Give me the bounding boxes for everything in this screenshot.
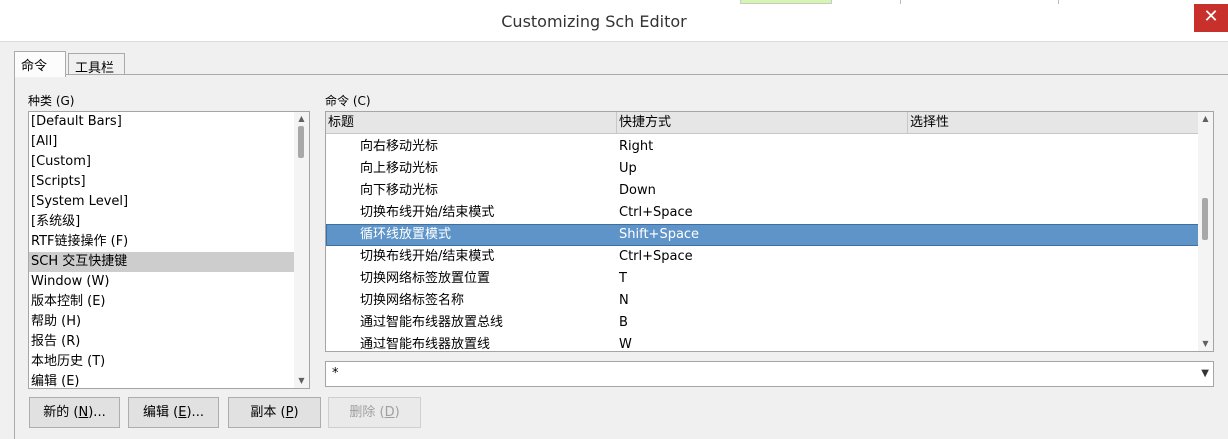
background-window-strip — [1058, 0, 1194, 4]
new-button-key: N — [78, 405, 89, 420]
list-item[interactable]: [系统级] — [29, 212, 309, 232]
copy-button-tail: ) — [293, 405, 299, 420]
title-bar: Customizing Sch Editor ✕ — [0, 0, 1228, 42]
new-button-label: 新的 ( — [43, 405, 79, 420]
edit-button-tail: )... — [186, 405, 204, 420]
background-window-strip — [740, 0, 832, 4]
table-row[interactable]: 切换布线开始/结束模式 Ctrl+Space — [326, 202, 1200, 224]
list-item[interactable]: SCH 交互快捷键 — [29, 252, 294, 272]
delete-button-label: 删除 ( — [349, 405, 385, 420]
delete-button-tail: ) — [394, 405, 400, 420]
filter-value: * — [332, 366, 339, 381]
categories-items: [Default Bars] [All] [Custom] [Scripts] [Sys… — [29, 112, 309, 388]
table-row[interactable]: 切换布线开始/结束模式 Ctrl+Space — [326, 246, 1200, 268]
list-item[interactable]: 帮助 (H) — [29, 312, 309, 332]
window-title: Customizing Sch Editor — [501, 12, 687, 31]
tab-toolbars[interactable]: 工具栏 — [68, 53, 125, 76]
column-header-title[interactable]: 标题 — [326, 112, 617, 134]
background-window-strip — [900, 0, 1048, 4]
list-item[interactable]: 编辑 (E) — [29, 372, 309, 388]
dropdown-arrow-icon[interactable]: ▼ — [1201, 368, 1209, 379]
commands-label: 命令 (C) — [325, 94, 371, 108]
list-item[interactable]: Window (W) — [29, 272, 309, 292]
scroll-up-icon[interactable]: ▲ — [1198, 112, 1213, 126]
table-rows: 向右移动光标 Right 向上移动光标 Up 向下移动光标 Down 切换布线开始/结束模式… — [326, 136, 1200, 352]
new-button[interactable]: 新的 (N)... — [29, 397, 120, 428]
command-shortcut: Down — [619, 183, 656, 198]
list-item[interactable]: 本地历史 (T) — [29, 352, 309, 372]
scroll-up-icon[interactable]: ▲ — [294, 112, 309, 126]
delete-button[interactable]: 删除 (D) — [328, 397, 421, 428]
command-name: 通过智能布线器放置总线 — [360, 315, 504, 330]
delete-button-key: D — [384, 405, 395, 420]
column-header-shortcut[interactable]: 快捷方式 — [617, 112, 908, 134]
tab-commands[interactable]: 命令 — [14, 51, 66, 77]
table-header: 标题 快捷方式 选择性 — [326, 112, 1200, 134]
list-item[interactable]: 报告 (R) — [29, 332, 309, 352]
list-item[interactable]: 版本控制 (E) — [29, 292, 309, 312]
new-button-tail: )... — [88, 405, 106, 420]
edit-button[interactable]: 编辑 (E)... — [128, 397, 219, 428]
edit-button-label: 编辑 ( — [143, 405, 179, 420]
list-item[interactable]: [Scripts] — [29, 172, 309, 192]
command-shortcut: T — [619, 271, 627, 286]
list-item[interactable]: [All] — [29, 132, 309, 152]
commands-table[interactable]: 标题 快捷方式 选择性 向右移动光标 Right 向上移动光标 Up 向下移动光标 Dow… — [325, 111, 1214, 352]
commands-scrollbar[interactable]: ▲ ▼ — [1198, 112, 1213, 351]
command-shortcut: Right — [619, 139, 654, 154]
command-shortcut: Ctrl+Space — [619, 205, 693, 220]
list-item[interactable]: [Default Bars] — [29, 112, 309, 132]
command-shortcut: Shift+Space — [619, 227, 700, 242]
categories-list[interactable]: [Default Bars] [All] [Custom] [Scripts] [Sys… — [28, 111, 310, 389]
command-name: 循环线放置模式 — [360, 227, 452, 242]
list-item[interactable]: [Custom] — [29, 152, 309, 172]
scroll-thumb[interactable] — [1202, 198, 1208, 240]
list-item[interactable]: RTF链接操作 (F) — [29, 232, 309, 252]
table-row[interactable]: 切换网络标签放置位置 T — [326, 268, 1200, 290]
table-row[interactable]: 循环线放置模式 Shift+Space — [326, 224, 1200, 246]
command-name: 向上移动光标 — [360, 161, 439, 176]
command-shortcut: Up — [619, 161, 637, 176]
command-name: 向下移动光标 — [360, 183, 439, 198]
command-name: 切换网络标签名称 — [360, 293, 465, 308]
command-shortcut: B — [619, 315, 628, 330]
table-row[interactable]: 通过智能布线器放置线 W — [326, 334, 1200, 352]
command-shortcut: N — [619, 293, 629, 308]
command-name: 切换网络标签放置位置 — [360, 271, 491, 286]
table-row[interactable]: 向右移动光标 Right — [326, 136, 1200, 158]
command-name: 切换布线开始/结束模式 — [360, 249, 495, 264]
close-button[interactable]: ✕ — [1194, 4, 1228, 32]
close-icon: ✕ — [1203, 6, 1219, 27]
scroll-down-icon[interactable]: ▼ — [1198, 337, 1213, 351]
command-name: 通过智能布线器放置线 — [360, 337, 491, 352]
column-header-selectivity[interactable]: 选择性 — [908, 112, 1200, 134]
table-row[interactable]: 向下移动光标 Down — [326, 180, 1200, 202]
command-name: 向右移动光标 — [360, 139, 439, 154]
filter-combobox[interactable]: * ▼ — [325, 361, 1214, 387]
categories-scrollbar[interactable]: ▲ ▼ — [294, 112, 309, 388]
list-item[interactable]: [System Level] — [29, 192, 309, 212]
command-shortcut: W — [619, 337, 632, 352]
table-row[interactable]: 切换网络标签名称 N — [326, 290, 1200, 312]
table-row[interactable]: 向上移动光标 Up — [326, 158, 1200, 180]
categories-label: 种类 (G) — [28, 94, 75, 108]
scroll-down-icon[interactable]: ▼ — [294, 374, 309, 388]
copy-button-label: 副本 ( — [250, 405, 286, 420]
copy-button[interactable]: 副本 (P) — [228, 397, 321, 428]
scroll-thumb[interactable] — [298, 126, 304, 158]
command-shortcut: Ctrl+Space — [619, 249, 693, 264]
command-name: 切换布线开始/结束模式 — [360, 205, 495, 220]
table-row[interactable]: 通过智能布线器放置总线 B — [326, 312, 1200, 334]
